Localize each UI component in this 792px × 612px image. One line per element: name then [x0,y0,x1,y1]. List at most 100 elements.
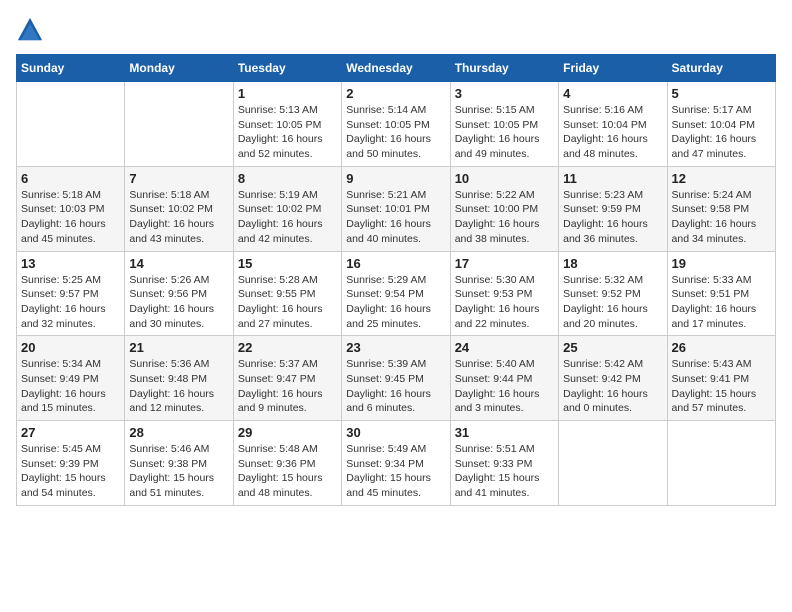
day-info: Sunrise: 5:23 AM Sunset: 9:59 PM Dayligh… [563,188,662,247]
day-number: 12 [672,171,771,186]
calendar-cell: 29 Sunrise: 5:48 AM Sunset: 9:36 PM Dayli… [233,421,341,506]
day-number: 5 [672,86,771,101]
calendar-day-header: Friday [559,55,667,82]
day-info: Sunrise: 5:36 AM Sunset: 9:48 PM Dayligh… [129,357,228,416]
day-number: 25 [563,340,662,355]
calendar-cell: 19 Sunrise: 5:33 AM Sunset: 9:51 PM Dayli… [667,251,775,336]
day-info: Sunrise: 5:15 AM Sunset: 10:05 PM Daylig… [455,103,554,162]
day-info: Sunrise: 5:25 AM Sunset: 9:57 PM Dayligh… [21,273,120,332]
calendar-week-row: 13 Sunrise: 5:25 AM Sunset: 9:57 PM Dayli… [17,251,776,336]
day-number: 11 [563,171,662,186]
calendar-cell [667,421,775,506]
day-number: 23 [346,340,445,355]
logo [16,16,48,44]
calendar-cell: 30 Sunrise: 5:49 AM Sunset: 9:34 PM Dayli… [342,421,450,506]
day-number: 1 [238,86,337,101]
day-number: 9 [346,171,445,186]
calendar-cell: 12 Sunrise: 5:24 AM Sunset: 9:58 PM Dayli… [667,166,775,251]
day-info: Sunrise: 5:42 AM Sunset: 9:42 PM Dayligh… [563,357,662,416]
day-number: 17 [455,256,554,271]
day-info: Sunrise: 5:37 AM Sunset: 9:47 PM Dayligh… [238,357,337,416]
day-number: 28 [129,425,228,440]
calendar-day-header: Wednesday [342,55,450,82]
calendar-cell [17,82,125,167]
calendar-cell: 5 Sunrise: 5:17 AM Sunset: 10:04 PM Dayli… [667,82,775,167]
day-info: Sunrise: 5:48 AM Sunset: 9:36 PM Dayligh… [238,442,337,501]
day-number: 7 [129,171,228,186]
day-number: 20 [21,340,120,355]
day-number: 13 [21,256,120,271]
day-info: Sunrise: 5:43 AM Sunset: 9:41 PM Dayligh… [672,357,771,416]
day-info: Sunrise: 5:46 AM Sunset: 9:38 PM Dayligh… [129,442,228,501]
day-number: 21 [129,340,228,355]
calendar-cell: 4Sunrise: 5:16 AM Sunset: 10:04 PM Dayli… [559,82,667,167]
day-number: 3 [455,86,554,101]
day-number: 31 [455,425,554,440]
calendar-cell: 6 Sunrise: 5:18 AM Sunset: 10:03 PM Dayli… [17,166,125,251]
day-info: Sunrise: 5:13 AM Sunset: 10:05 PM Daylig… [238,103,337,162]
day-info: Sunrise: 5:51 AM Sunset: 9:33 PM Dayligh… [455,442,554,501]
calendar-cell [125,82,233,167]
calendar-cell: 2Sunrise: 5:14 AM Sunset: 10:05 PM Dayli… [342,82,450,167]
calendar-cell: 8 Sunrise: 5:19 AM Sunset: 10:02 PM Dayli… [233,166,341,251]
page-header [16,16,776,44]
day-number: 15 [238,256,337,271]
calendar-cell: 28 Sunrise: 5:46 AM Sunset: 9:38 PM Dayli… [125,421,233,506]
day-info: Sunrise: 5:21 AM Sunset: 10:01 PM Daylig… [346,188,445,247]
day-number: 29 [238,425,337,440]
calendar-cell: 16 Sunrise: 5:29 AM Sunset: 9:54 PM Dayli… [342,251,450,336]
day-info: Sunrise: 5:49 AM Sunset: 9:34 PM Dayligh… [346,442,445,501]
day-number: 16 [346,256,445,271]
calendar-cell: 7 Sunrise: 5:18 AM Sunset: 10:02 PM Dayli… [125,166,233,251]
day-info: Sunrise: 5:28 AM Sunset: 9:55 PM Dayligh… [238,273,337,332]
calendar-day-header: Monday [125,55,233,82]
day-info: Sunrise: 5:34 AM Sunset: 9:49 PM Dayligh… [21,357,120,416]
day-number: 27 [21,425,120,440]
calendar-week-row: 27 Sunrise: 5:45 AM Sunset: 9:39 PM Dayli… [17,421,776,506]
day-info: Sunrise: 5:18 AM Sunset: 10:02 PM Daylig… [129,188,228,247]
calendar-cell: 15 Sunrise: 5:28 AM Sunset: 9:55 PM Dayli… [233,251,341,336]
day-number: 30 [346,425,445,440]
day-info: Sunrise: 5:33 AM Sunset: 9:51 PM Dayligh… [672,273,771,332]
day-info: Sunrise: 5:22 AM Sunset: 10:00 PM Daylig… [455,188,554,247]
day-info: Sunrise: 5:19 AM Sunset: 10:02 PM Daylig… [238,188,337,247]
calendar-table: SundayMondayTuesdayWednesdayThursdayFrid… [16,54,776,506]
day-info: Sunrise: 5:18 AM Sunset: 10:03 PM Daylig… [21,188,120,247]
calendar-cell: 3 Sunrise: 5:15 AM Sunset: 10:05 PM Dayli… [450,82,558,167]
calendar-cell: 18 Sunrise: 5:32 AM Sunset: 9:52 PM Dayli… [559,251,667,336]
day-number: 18 [563,256,662,271]
day-info: Sunrise: 5:45 AM Sunset: 9:39 PM Dayligh… [21,442,120,501]
day-number: 24 [455,340,554,355]
calendar-cell: 26Sunrise: 5:43 AM Sunset: 9:41 PM Dayli… [667,336,775,421]
calendar-cell: 23 Sunrise: 5:39 AM Sunset: 9:45 PM Dayli… [342,336,450,421]
calendar-cell: 21 Sunrise: 5:36 AM Sunset: 9:48 PM Dayli… [125,336,233,421]
calendar-week-row: 1 Sunrise: 5:13 AM Sunset: 10:05 PM Dayli… [17,82,776,167]
day-info: Sunrise: 5:40 AM Sunset: 9:44 PM Dayligh… [455,357,554,416]
calendar-cell: 14Sunrise: 5:26 AM Sunset: 9:56 PM Dayli… [125,251,233,336]
day-info: Sunrise: 5:32 AM Sunset: 9:52 PM Dayligh… [563,273,662,332]
calendar-cell: 9 Sunrise: 5:21 AM Sunset: 10:01 PM Dayli… [342,166,450,251]
day-info: Sunrise: 5:17 AM Sunset: 10:04 PM Daylig… [672,103,771,162]
calendar-cell: 10 Sunrise: 5:22 AM Sunset: 10:00 PM Dayl… [450,166,558,251]
day-number: 8 [238,171,337,186]
day-info: Sunrise: 5:29 AM Sunset: 9:54 PM Dayligh… [346,273,445,332]
day-number: 2 [346,86,445,101]
calendar-cell: 20 Sunrise: 5:34 AM Sunset: 9:49 PM Dayli… [17,336,125,421]
calendar-cell: 31 Sunrise: 5:51 AM Sunset: 9:33 PM Dayli… [450,421,558,506]
logo-icon [16,16,44,44]
day-info: Sunrise: 5:16 AM Sunset: 10:04 PM Daylig… [563,103,662,162]
calendar-cell: 25 Sunrise: 5:42 AM Sunset: 9:42 PM Dayli… [559,336,667,421]
calendar-cell: 17Sunrise: 5:30 AM Sunset: 9:53 PM Dayli… [450,251,558,336]
day-number: 10 [455,171,554,186]
day-info: Sunrise: 5:24 AM Sunset: 9:58 PM Dayligh… [672,188,771,247]
day-info: Sunrise: 5:39 AM Sunset: 9:45 PM Dayligh… [346,357,445,416]
calendar-header-row: SundayMondayTuesdayWednesdayThursdayFrid… [17,55,776,82]
day-info: Sunrise: 5:26 AM Sunset: 9:56 PM Dayligh… [129,273,228,332]
day-number: 19 [672,256,771,271]
day-number: 6 [21,171,120,186]
calendar-day-header: Tuesday [233,55,341,82]
calendar-week-row: 6 Sunrise: 5:18 AM Sunset: 10:03 PM Dayli… [17,166,776,251]
calendar-day-header: Thursday [450,55,558,82]
calendar-cell: 11 Sunrise: 5:23 AM Sunset: 9:59 PM Dayli… [559,166,667,251]
calendar-day-header: Saturday [667,55,775,82]
